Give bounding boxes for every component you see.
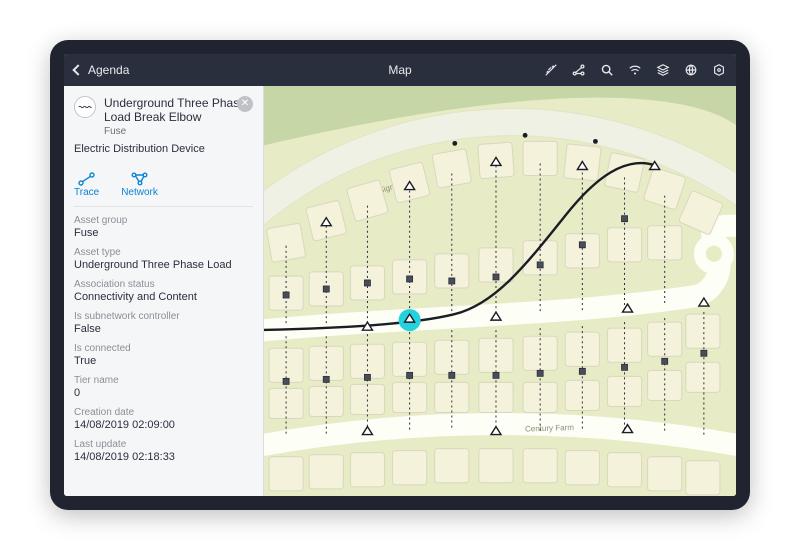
panel-actions: Trace Network [74, 165, 253, 207]
network-icon[interactable] [572, 63, 586, 77]
back-button[interactable]: Agenda [74, 63, 129, 77]
asset-title: Underground Three Phase Load Break Elbow [104, 96, 253, 125]
close-icon: ✕ [241, 99, 249, 109]
trace-label: Trace [74, 187, 99, 198]
search-icon[interactable] [600, 63, 614, 77]
chevron-left-icon [72, 64, 83, 75]
field-label: Is connected [74, 343, 253, 354]
field-label: Creation date [74, 407, 253, 418]
field-value: 0 [74, 387, 253, 399]
network-action-icon [131, 171, 149, 187]
field-value: 14/08/2019 02:18:33 [74, 451, 253, 463]
asset-category: Electric Distribution Device [74, 143, 253, 155]
field-association-status: Association status Connectivity and Cont… [74, 279, 253, 303]
network-button[interactable]: Network [121, 171, 158, 198]
field-is-connected: Is connected True [74, 343, 253, 367]
field-last-update: Last update 14/08/2019 02:18:33 [74, 439, 253, 463]
detail-panel: Underground Three Phase Load Break Elbow… [64, 86, 264, 496]
network-label: Network [121, 187, 158, 198]
asset-subtitle: Fuse [104, 126, 253, 137]
asset-type-icon [74, 96, 96, 118]
layers-icon[interactable] [656, 63, 670, 77]
topbar: Agenda Map [64, 54, 736, 86]
locate-icon[interactable] [712, 63, 726, 77]
field-value: 14/08/2019 02:09:00 [74, 419, 253, 431]
wifi-icon[interactable] [628, 63, 642, 77]
selected-asset-marker [399, 309, 421, 331]
field-subnetwork-controller: Is subnetwork controller False [74, 311, 253, 335]
page-title: Map [388, 63, 411, 77]
field-value: Fuse [74, 227, 253, 239]
field-label: Is subnetwork controller [74, 311, 253, 322]
field-label: Association status [74, 279, 253, 290]
content: Underground Three Phase Load Break Elbow… [64, 86, 736, 496]
field-value: True [74, 355, 253, 367]
trace-button[interactable]: Trace [74, 171, 99, 198]
field-value: Underground Three Phase Load [74, 259, 253, 271]
globe-icon[interactable] [684, 63, 698, 77]
field-asset-type: Asset type Underground Three Phase Load [74, 247, 253, 271]
field-tier-name: Tier name 0 [74, 375, 253, 399]
field-value: Connectivity and Content [74, 291, 253, 303]
device-frame: Agenda Map [50, 40, 750, 510]
field-label: Asset group [74, 215, 253, 226]
back-label: Agenda [88, 63, 129, 77]
field-value: False [74, 323, 253, 335]
field-creation-date: Creation date 14/08/2019 02:09:00 [74, 407, 253, 431]
close-panel-button[interactable]: ✕ [237, 96, 253, 112]
toolbar [544, 63, 726, 77]
measure-icon[interactable] [544, 63, 558, 77]
panel-header: Underground Three Phase Load Break Elbow… [74, 96, 253, 137]
field-label: Last update [74, 439, 253, 450]
field-asset-group: Asset group Fuse [74, 215, 253, 239]
road-label-century: Century Farm [525, 423, 575, 434]
field-label: Asset type [74, 247, 253, 258]
trace-icon [78, 171, 96, 187]
screen: Agenda Map [64, 54, 736, 496]
field-label: Tier name [74, 375, 253, 386]
map-canvas[interactable]: Sigmund Rd Century Farm [264, 86, 736, 496]
